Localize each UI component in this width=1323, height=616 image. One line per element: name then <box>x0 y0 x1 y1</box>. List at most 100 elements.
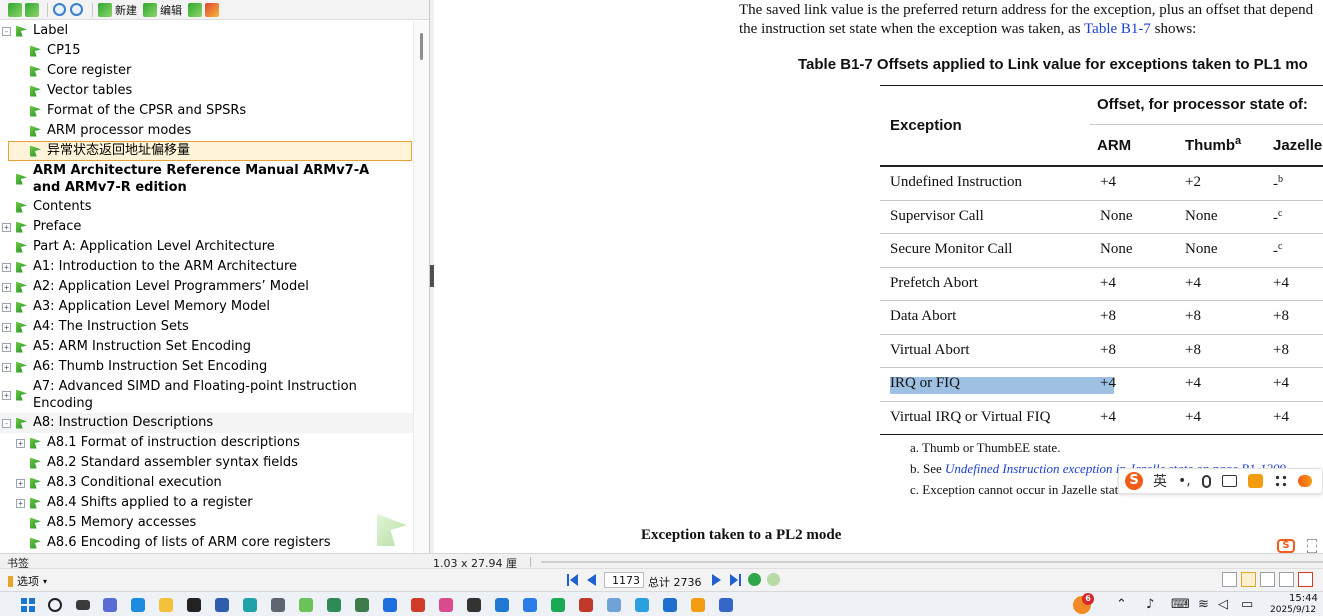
tray-battery-icon[interactable]: ▭ <box>1241 597 1253 612</box>
zoom-out-icon[interactable] <box>70 3 83 16</box>
wechat-icon[interactable] <box>551 598 565 612</box>
tray-chevron-up-icon[interactable]: ⌃ <box>1116 597 1127 612</box>
search-icon[interactable] <box>48 598 62 612</box>
teams-icon[interactable] <box>103 598 117 612</box>
bookmark-scrollbar-thumb[interactable] <box>420 33 423 60</box>
app-menu-icon[interactable] <box>1298 572 1313 587</box>
bookmark-item[interactable]: Part A: Application Level Architecture <box>0 237 413 257</box>
ime-toolbar[interactable]: S 英 •, <box>1118 468 1323 494</box>
bookmark-item[interactable]: + A2: Application Level Programmers’ Mode… <box>0 277 413 297</box>
bookmark-item[interactable]: Format of the CPSR and SPSRs <box>0 101 413 121</box>
new-bookmark-icon[interactable] <box>98 2 112 17</box>
expand-icon[interactable]: + <box>2 302 11 312</box>
new-bookmark-button[interactable]: 新建 <box>115 2 137 18</box>
bookmark-item[interactable]: A8.2 Standard assembler syntax fields <box>0 453 413 473</box>
horizontal-scrollbar[interactable] <box>541 561 1323 563</box>
bookmark-item[interactable]: + A7: Advanced SIMD and Floating-point In… <box>0 377 413 413</box>
table-ref-link[interactable]: Table B1-7 <box>1084 21 1151 37</box>
app-vpn-icon[interactable] <box>719 598 733 612</box>
edit-bookmark-icon[interactable] <box>143 2 157 17</box>
ime-keyboard-icon[interactable] <box>1221 475 1237 487</box>
bookmark-item[interactable]: ARM Architecture Reference Manual ARMv7-… <box>0 161 413 197</box>
file-explorer-icon[interactable] <box>159 598 173 612</box>
terminal-icon[interactable] <box>187 598 201 612</box>
single-page-view-icon[interactable] <box>1222 572 1237 587</box>
bookmark-item[interactable]: + A6: Thumb Instruction Set Encoding <box>0 357 413 377</box>
previous-page-icon[interactable] <box>584 573 598 587</box>
collapse-icon[interactable]: - <box>2 418 11 428</box>
pdf-reader-icon[interactable] <box>607 598 621 612</box>
expand-all-icon[interactable] <box>8 2 22 17</box>
facing-view-icon[interactable] <box>1260 572 1275 587</box>
back-icon[interactable] <box>748 573 761 586</box>
bookmark-item[interactable]: ARM processor modes <box>0 121 413 141</box>
calculator-icon[interactable] <box>215 598 229 612</box>
clock-time[interactable]: 15:44 <box>1289 593 1318 604</box>
ime-language-toggle[interactable]: 英 <box>1153 471 1167 491</box>
bookmark-item[interactable]: Vector tables <box>0 81 413 101</box>
edit-bookmark-button[interactable]: 编辑 <box>160 2 182 18</box>
ime-punctuation-toggle[interactable]: •, <box>1178 473 1191 489</box>
expand-icon[interactable]: + <box>16 478 25 488</box>
expand-icon[interactable]: + <box>2 390 11 400</box>
facing-continuous-view-icon[interactable] <box>1279 572 1294 587</box>
app-cyan-icon[interactable] <box>635 598 649 612</box>
expand-icon[interactable]: + <box>2 262 11 272</box>
bookmark-item[interactable]: Core register <box>0 61 413 81</box>
expand-icon[interactable]: + <box>16 498 25 508</box>
app-meeting-icon[interactable] <box>663 598 677 612</box>
tray-wifi-icon[interactable]: ≋ <box>1198 597 1209 612</box>
delete-bookmark-icon[interactable] <box>188 2 202 17</box>
wps-icon[interactable] <box>411 598 425 612</box>
forward-icon[interactable] <box>767 573 780 586</box>
tray-microphone-icon[interactable]: ♪ <box>1146 597 1154 612</box>
collapse-icon[interactable]: - <box>2 26 11 36</box>
filezilla-icon[interactable] <box>579 598 593 612</box>
ime-microphone-icon[interactable] <box>1201 474 1211 488</box>
continuous-view-icon[interactable] <box>1241 572 1256 587</box>
github-icon[interactable] <box>467 598 481 612</box>
expand-icon[interactable]: + <box>2 322 11 332</box>
bookmark-item[interactable]: + A8.3 Conditional execution <box>0 473 413 493</box>
bookmark-item[interactable]: CP15 <box>0 41 413 61</box>
app-blue-icon[interactable] <box>383 598 397 612</box>
ime-gift-icon[interactable] <box>1247 474 1263 488</box>
bookmark-settings-icon[interactable] <box>205 2 219 17</box>
bookmark-item[interactable]: + A4: The Instruction Sets <box>0 317 413 337</box>
bookmark-item[interactable]: - Label <box>0 21 413 41</box>
tray-volume-icon[interactable]: ◁ <box>1218 597 1228 612</box>
expand-icon[interactable]: + <box>2 342 11 352</box>
app-pink-icon[interactable] <box>439 598 453 612</box>
app-photo-icon[interactable] <box>355 598 369 612</box>
clock-date[interactable]: 2025/9/12 <box>1270 605 1316 615</box>
ime-logo-icon[interactable]: S <box>1125 472 1143 490</box>
fullscreen-corner-icon[interactable] <box>1307 539 1317 553</box>
notepad-icon[interactable] <box>271 598 285 612</box>
bookmark-item[interactable]: Contents <box>0 197 413 217</box>
tray-keyboard-icon[interactable]: ⌨ <box>1171 597 1190 612</box>
bookmark-item[interactable]: A8.6 Encoding of lists of ARM core regis… <box>0 533 413 553</box>
ime-skin-icon[interactable] <box>1297 475 1312 487</box>
task-view-icon[interactable] <box>76 600 90 610</box>
first-page-icon[interactable] <box>566 573 580 587</box>
ime-toolbox-icon[interactable] <box>1273 474 1288 488</box>
app-green-icon[interactable] <box>299 598 313 612</box>
expand-icon[interactable]: + <box>2 282 11 292</box>
expand-icon[interactable]: + <box>2 222 11 232</box>
bookmark-item[interactable]: + Preface <box>0 217 413 237</box>
bookmark-item[interactable]: + A8.1 Format of instruction descriptions <box>0 433 413 453</box>
next-page-icon[interactable] <box>709 573 723 587</box>
bookmark-item[interactable]: + A5: ARM Instruction Set Encoding <box>0 337 413 357</box>
windows-start-icon[interactable] <box>21 598 35 612</box>
tray-notification-icon[interactable]: 6 <box>1073 593 1094 614</box>
bookmark-item[interactable]: 异常状态返回地址偏移量 <box>0 141 413 161</box>
browser-app-icon[interactable] <box>131 598 145 612</box>
app-mail-icon[interactable] <box>327 598 341 612</box>
app-orange-icon[interactable] <box>691 598 705 612</box>
options-button[interactable]: 选项 ▾ <box>8 573 47 589</box>
edge-icon[interactable] <box>243 598 257 612</box>
bookmark-item[interactable]: - A8: Instruction Descriptions <box>0 413 413 433</box>
bookmark-item[interactable]: A8.5 Memory accesses <box>0 513 413 533</box>
bookmark-item[interactable]: + A1: Introduction to the ARM Architectur… <box>0 257 413 277</box>
bookmark-scrollbar[interactable] <box>413 21 429 553</box>
